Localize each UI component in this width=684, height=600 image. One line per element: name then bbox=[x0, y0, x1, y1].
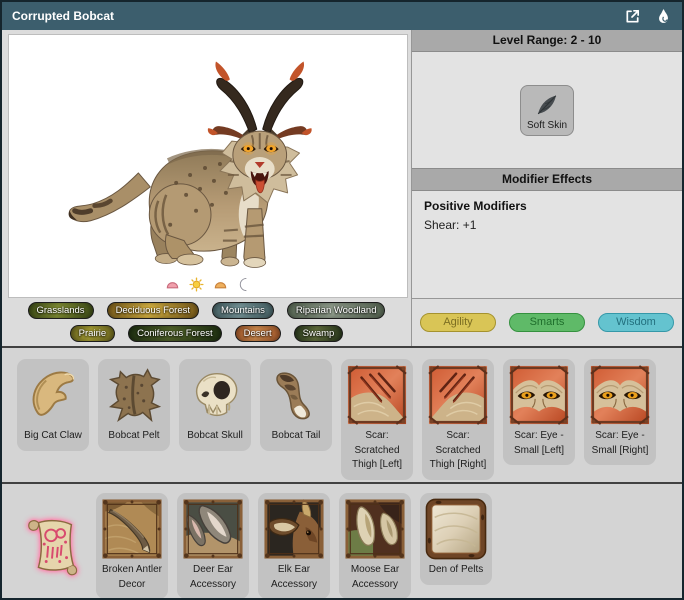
biome-pill-coniferous-forest[interactable]: Coniferous Forest bbox=[128, 325, 222, 342]
top-region: Grasslands Deciduous Forest Mountains Ripar… bbox=[2, 30, 682, 346]
bobcat-skull-icon bbox=[184, 364, 246, 426]
item-label: Big Cat Claw bbox=[24, 429, 82, 444]
dawn-icon bbox=[165, 277, 180, 292]
scar-eye-right-icon bbox=[589, 364, 651, 426]
feather-icon bbox=[534, 92, 560, 118]
biome-pill-desert[interactable]: Desert bbox=[235, 325, 281, 342]
crafting-item-card[interactable]: Deer Ear Accessory bbox=[177, 493, 249, 598]
biome-pill-prairie[interactable]: Prairie bbox=[70, 325, 115, 342]
modifier-entry: Shear: +1 bbox=[424, 218, 670, 232]
modifier-effects-header: Modifier Effects bbox=[412, 168, 682, 191]
biome-pill-deciduous-forest[interactable]: Deciduous Forest bbox=[107, 302, 199, 319]
item-label: Bobcat Tail bbox=[272, 429, 321, 444]
crafting-item-card[interactable]: Broken Antler Decor bbox=[96, 493, 168, 598]
crafting-item-card[interactable]: Moose Ear Accessory bbox=[339, 493, 411, 598]
item-label: Scar: Scratched Thigh [Right] bbox=[425, 429, 491, 473]
flame-icon[interactable] bbox=[655, 8, 672, 25]
loot-section: Big Cat Claw Bobcat Pelt Bobcat Skull Bobca… bbox=[2, 346, 682, 482]
night-icon bbox=[237, 277, 252, 292]
loot-item-card[interactable]: Bobcat Tail bbox=[260, 359, 332, 451]
item-label: Deer Ear Accessory bbox=[180, 563, 246, 592]
creature-column: Grasslands Deciduous Forest Mountains Ripar… bbox=[2, 30, 412, 346]
carried-item-label: Soft Skin bbox=[527, 120, 567, 131]
creature-image-panel bbox=[8, 34, 408, 298]
title-bar: Corrupted Bobcat bbox=[2, 2, 682, 30]
external-link-icon[interactable] bbox=[624, 8, 641, 25]
loot-item-card[interactable]: Scar: Scratched Thigh [Right] bbox=[422, 359, 494, 480]
stat-list: Agility Smarts Wisdom bbox=[412, 298, 682, 346]
modifier-effects-body: Positive Modifiers Shear: +1 bbox=[412, 191, 682, 298]
item-label: Scar: Eye - Small [Left] bbox=[506, 429, 572, 458]
item-label: Moose Ear Accessory bbox=[342, 563, 408, 592]
item-label: Scar: Scratched Thigh [Left] bbox=[344, 429, 410, 473]
broken-antler-icon bbox=[101, 498, 163, 560]
big-cat-claw-icon bbox=[22, 364, 84, 426]
stat-pill-wisdom[interactable]: Wisdom bbox=[598, 313, 674, 332]
item-label: Den of Pelts bbox=[429, 563, 483, 578]
encyclopedia-window: Corrupted Bobcat Grasslands Deciduous For… bbox=[0, 0, 684, 600]
loot-item-card[interactable]: Scar: Scratched Thigh [Left] bbox=[341, 359, 413, 480]
item-label: Broken Antler Decor bbox=[99, 563, 165, 592]
loot-item-card[interactable]: Bobcat Skull bbox=[179, 359, 251, 451]
loot-item-card[interactable]: Bobcat Pelt bbox=[98, 359, 170, 451]
modifier-entry-list: Shear: +1 bbox=[424, 218, 670, 232]
item-label: Elk Ear Accessory bbox=[261, 563, 327, 592]
item-label: Bobcat Pelt bbox=[108, 429, 159, 444]
den-of-pelts-icon bbox=[425, 498, 487, 560]
loot-item-card[interactable]: Scar: Eye - Small [Left] bbox=[503, 359, 575, 465]
biome-pill-mountains[interactable]: Mountains bbox=[212, 302, 274, 319]
bobcat-tail-icon bbox=[265, 364, 327, 426]
carried-items-area: Soft Skin bbox=[412, 52, 682, 168]
scar-eye-left-icon bbox=[508, 364, 570, 426]
carried-item-soft-skin[interactable]: Soft Skin bbox=[520, 85, 574, 136]
bobcat-pelt-icon bbox=[103, 364, 165, 426]
crafting-section: Broken Antler Decor Deer Ear Accessory Elk… bbox=[2, 482, 682, 598]
item-label: Scar: Eye - Small [Right] bbox=[587, 429, 653, 458]
biome-pill-grasslands[interactable]: Grasslands bbox=[28, 302, 94, 319]
recipe-scroll-icon[interactable] bbox=[17, 515, 87, 577]
loot-item-card[interactable]: Big Cat Claw bbox=[17, 359, 89, 451]
dusk-icon bbox=[213, 277, 228, 292]
info-column: Level Range: 2 - 10 Soft Skin Modifier E… bbox=[412, 30, 682, 346]
scar-thigh-left-icon bbox=[346, 364, 408, 426]
level-range-header: Level Range: 2 - 10 bbox=[412, 30, 682, 52]
biome-pill-riparian-woodland[interactable]: Riparian Woodland bbox=[287, 302, 386, 319]
biome-row: Grasslands Deciduous Forest Mountains Ripar… bbox=[2, 302, 411, 319]
deer-ear-icon bbox=[182, 498, 244, 560]
biome-list: Grasslands Deciduous Forest Mountains Ripar… bbox=[2, 298, 411, 346]
stat-pill-agility[interactable]: Agility bbox=[420, 313, 496, 332]
crafting-item-card[interactable]: Den of Pelts bbox=[420, 493, 492, 585]
title-bar-actions bbox=[624, 8, 672, 25]
loot-item-card[interactable]: Scar: Eye - Small [Right] bbox=[584, 359, 656, 465]
crafting-item-card[interactable]: Elk Ear Accessory bbox=[258, 493, 330, 598]
active-times bbox=[9, 277, 407, 292]
item-label: Bobcat Skull bbox=[187, 429, 243, 444]
stat-pill-smarts[interactable]: Smarts bbox=[509, 313, 585, 332]
biome-pill-swamp[interactable]: Swamp bbox=[294, 325, 344, 342]
biome-row: Prairie Coniferous Forest Desert Swamp bbox=[2, 325, 411, 342]
page-title: Corrupted Bobcat bbox=[12, 9, 114, 23]
moose-ear-icon bbox=[344, 498, 406, 560]
scar-thigh-right-icon bbox=[427, 364, 489, 426]
positive-modifiers-title: Positive Modifiers bbox=[424, 199, 670, 213]
day-icon bbox=[189, 277, 204, 292]
elk-ear-icon bbox=[263, 498, 325, 560]
